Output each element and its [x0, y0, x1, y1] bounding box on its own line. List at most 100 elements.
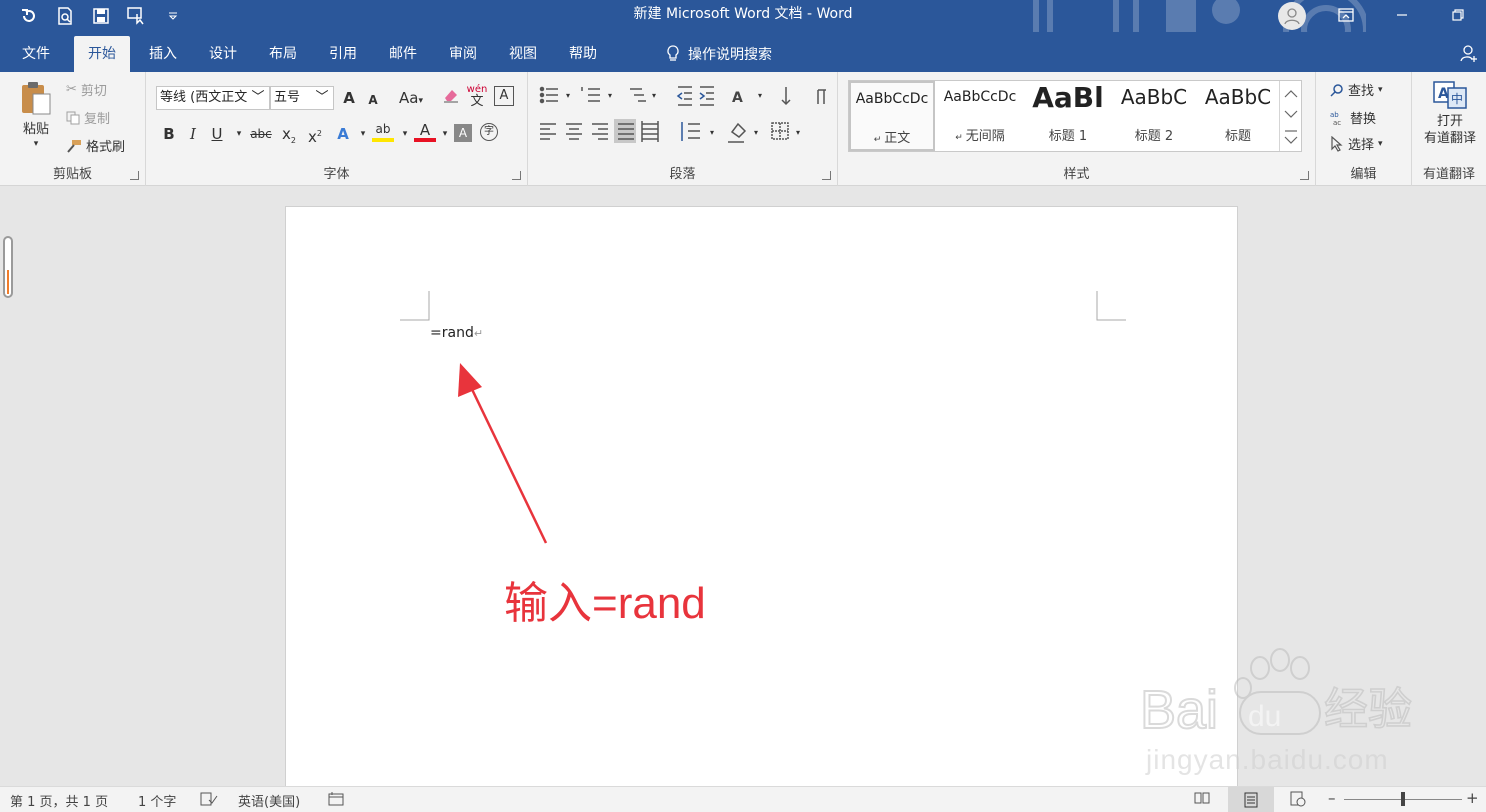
- tab-home[interactable]: 开始: [74, 36, 130, 72]
- tab-insert[interactable]: 插入: [136, 36, 190, 72]
- tab-mailings[interactable]: 邮件: [376, 36, 430, 72]
- style-no-spacing[interactable]: AaBbCcDc ↵ 无间隔: [937, 81, 1023, 151]
- increase-indent-icon[interactable]: [699, 86, 714, 106]
- character-shading-button[interactable]: A: [454, 124, 472, 142]
- show-marks-icon[interactable]: [817, 89, 826, 104]
- enclose-characters-button[interactable]: 字: [480, 123, 498, 141]
- tab-file[interactable]: 文件: [10, 36, 62, 72]
- shrink-font-button[interactable]: A: [362, 88, 384, 112]
- change-case-button[interactable]: Aa▾: [394, 86, 428, 110]
- style-title[interactable]: AaBbC 标题: [1195, 81, 1281, 151]
- proofing-icon[interactable]: [200, 791, 218, 811]
- styles-launcher[interactable]: [1300, 171, 1309, 180]
- tell-me-search[interactable]: 操作说明搜索: [666, 36, 772, 72]
- chevron-down-icon[interactable]: ﹀: [249, 87, 267, 109]
- bullets-icon[interactable]: [539, 86, 559, 104]
- font-launcher[interactable]: [512, 171, 521, 180]
- paste-dropdown-icon[interactable]: ▾: [34, 139, 39, 149]
- language-indicator[interactable]: 英语(美国): [238, 791, 300, 810]
- style-normal[interactable]: AaBbCcDc ↵ 正文: [849, 81, 935, 151]
- font-name-box[interactable]: 等线 (西文正文 ﹀: [156, 86, 270, 110]
- style-heading-1[interactable]: AaBl 标题 1: [1025, 81, 1111, 151]
- restore-button[interactable]: [1430, 0, 1486, 30]
- svg-text:▾: ▾: [608, 91, 612, 100]
- clear-formatting-button[interactable]: [440, 86, 462, 110]
- zoom-in-button[interactable]: +: [1466, 789, 1479, 807]
- chevron-down-icon[interactable]: ﹀: [313, 87, 331, 109]
- shading-icon[interactable]: [728, 122, 747, 143]
- youdao-translate-button[interactable]: A中 打开 有道翻译: [1420, 80, 1480, 146]
- gallery-scroll-icons[interactable]: [1280, 81, 1302, 151]
- print-layout-button[interactable]: [1228, 787, 1274, 812]
- underline-dropdown-icon[interactable]: ▾: [228, 122, 250, 146]
- svg-text:▾: ▾: [754, 128, 758, 137]
- zoom-slider-thumb[interactable]: [1401, 792, 1405, 806]
- macro-icon[interactable]: [328, 791, 344, 811]
- align-left-icon[interactable]: [540, 123, 556, 140]
- justify-icon[interactable]: [614, 119, 636, 143]
- superscript-button[interactable]: x2: [304, 122, 326, 146]
- format-painter-button[interactable]: 格式刷: [66, 136, 125, 155]
- tab-view[interactable]: 视图: [496, 36, 550, 72]
- font-color-dropdown-icon[interactable]: ▾: [434, 122, 456, 146]
- bold-button[interactable]: B: [158, 122, 180, 146]
- align-right-icon[interactable]: [592, 123, 608, 140]
- minimize-button[interactable]: [1374, 0, 1430, 30]
- word-count[interactable]: 1 个字: [138, 791, 176, 810]
- find-button[interactable]: 查找 ▾: [1330, 80, 1383, 99]
- strikethrough-button[interactable]: abc: [248, 122, 274, 146]
- font-size-box[interactable]: 五号 ﹀: [270, 86, 334, 110]
- paragraph-launcher[interactable]: [822, 171, 831, 180]
- text-effects-button[interactable]: A: [332, 122, 354, 146]
- multilevel-list-icon[interactable]: [630, 88, 646, 102]
- read-mode-button[interactable]: [1194, 791, 1210, 809]
- tab-references[interactable]: 引用: [316, 36, 370, 72]
- copy-button[interactable]: 复制: [66, 108, 110, 127]
- page-count[interactable]: 第 1 页，共 1 页: [10, 791, 108, 810]
- text-effects-dropdown-icon[interactable]: ▾: [352, 122, 374, 146]
- document-page[interactable]: =rand↵ 输入=rand: [285, 206, 1238, 806]
- crop-mark-left: [400, 291, 430, 321]
- character-border-button[interactable]: A: [494, 86, 514, 106]
- tab-layout[interactable]: 布局: [256, 36, 310, 72]
- annotation-arrow: [458, 363, 548, 544]
- restore-icon: [1452, 9, 1464, 21]
- highlight-button[interactable]: ab: [372, 120, 394, 142]
- italic-button[interactable]: I: [182, 122, 204, 146]
- character-spacing-icon[interactable]: A: [732, 90, 743, 106]
- highlight-dropdown-icon[interactable]: ▾: [394, 122, 416, 146]
- phonetic-guide-button[interactable]: wén 文: [466, 84, 488, 108]
- cut-button[interactable]: ✂ 剪切: [66, 80, 107, 99]
- account-avatar[interactable]: [1278, 2, 1306, 30]
- sort-icon[interactable]: [781, 87, 791, 106]
- distributed-icon[interactable]: [641, 121, 659, 142]
- zoom-out-button[interactable]: –: [1328, 789, 1336, 807]
- line-spacing-icon[interactable]: [681, 122, 700, 141]
- style-name: ↵ 正文: [873, 131, 911, 146]
- grow-font-button[interactable]: A: [338, 86, 360, 110]
- select-button[interactable]: 选择 ▾: [1330, 134, 1383, 153]
- web-layout-button[interactable]: [1290, 791, 1306, 811]
- find-dropdown-icon[interactable]: ▾: [1378, 85, 1383, 95]
- watermark-url: jingyan.baidu.com: [1146, 744, 1389, 775]
- select-dropdown-icon[interactable]: ▾: [1378, 139, 1383, 149]
- paste-button[interactable]: 粘贴 ▾: [14, 80, 58, 149]
- style-heading-2[interactable]: AaBbC 标题 2: [1111, 81, 1197, 151]
- ribbon-display-options-button[interactable]: [1318, 0, 1374, 30]
- numbering-icon[interactable]: [581, 87, 600, 102]
- share-button[interactable]: [1460, 44, 1478, 66]
- underline-button[interactable]: U: [206, 122, 228, 146]
- tab-help[interactable]: 帮助: [556, 36, 610, 72]
- decrease-indent-icon[interactable]: [676, 86, 692, 106]
- paragraph-mark-icon: ↵: [473, 327, 484, 340]
- clipboard-launcher[interactable]: [130, 171, 139, 180]
- subscript-button[interactable]: x2: [278, 122, 300, 146]
- replace-button[interactable]: ab ac 替换: [1330, 108, 1376, 128]
- tab-review[interactable]: 审阅: [436, 36, 490, 72]
- borders-icon[interactable]: [771, 122, 789, 140]
- align-center-icon[interactable]: [566, 123, 582, 140]
- document-body-text[interactable]: =rand↵: [430, 325, 483, 341]
- font-color-button[interactable]: A: [414, 120, 436, 142]
- tab-design[interactable]: 设计: [196, 36, 250, 72]
- navigation-pane-handle[interactable]: [3, 236, 13, 298]
